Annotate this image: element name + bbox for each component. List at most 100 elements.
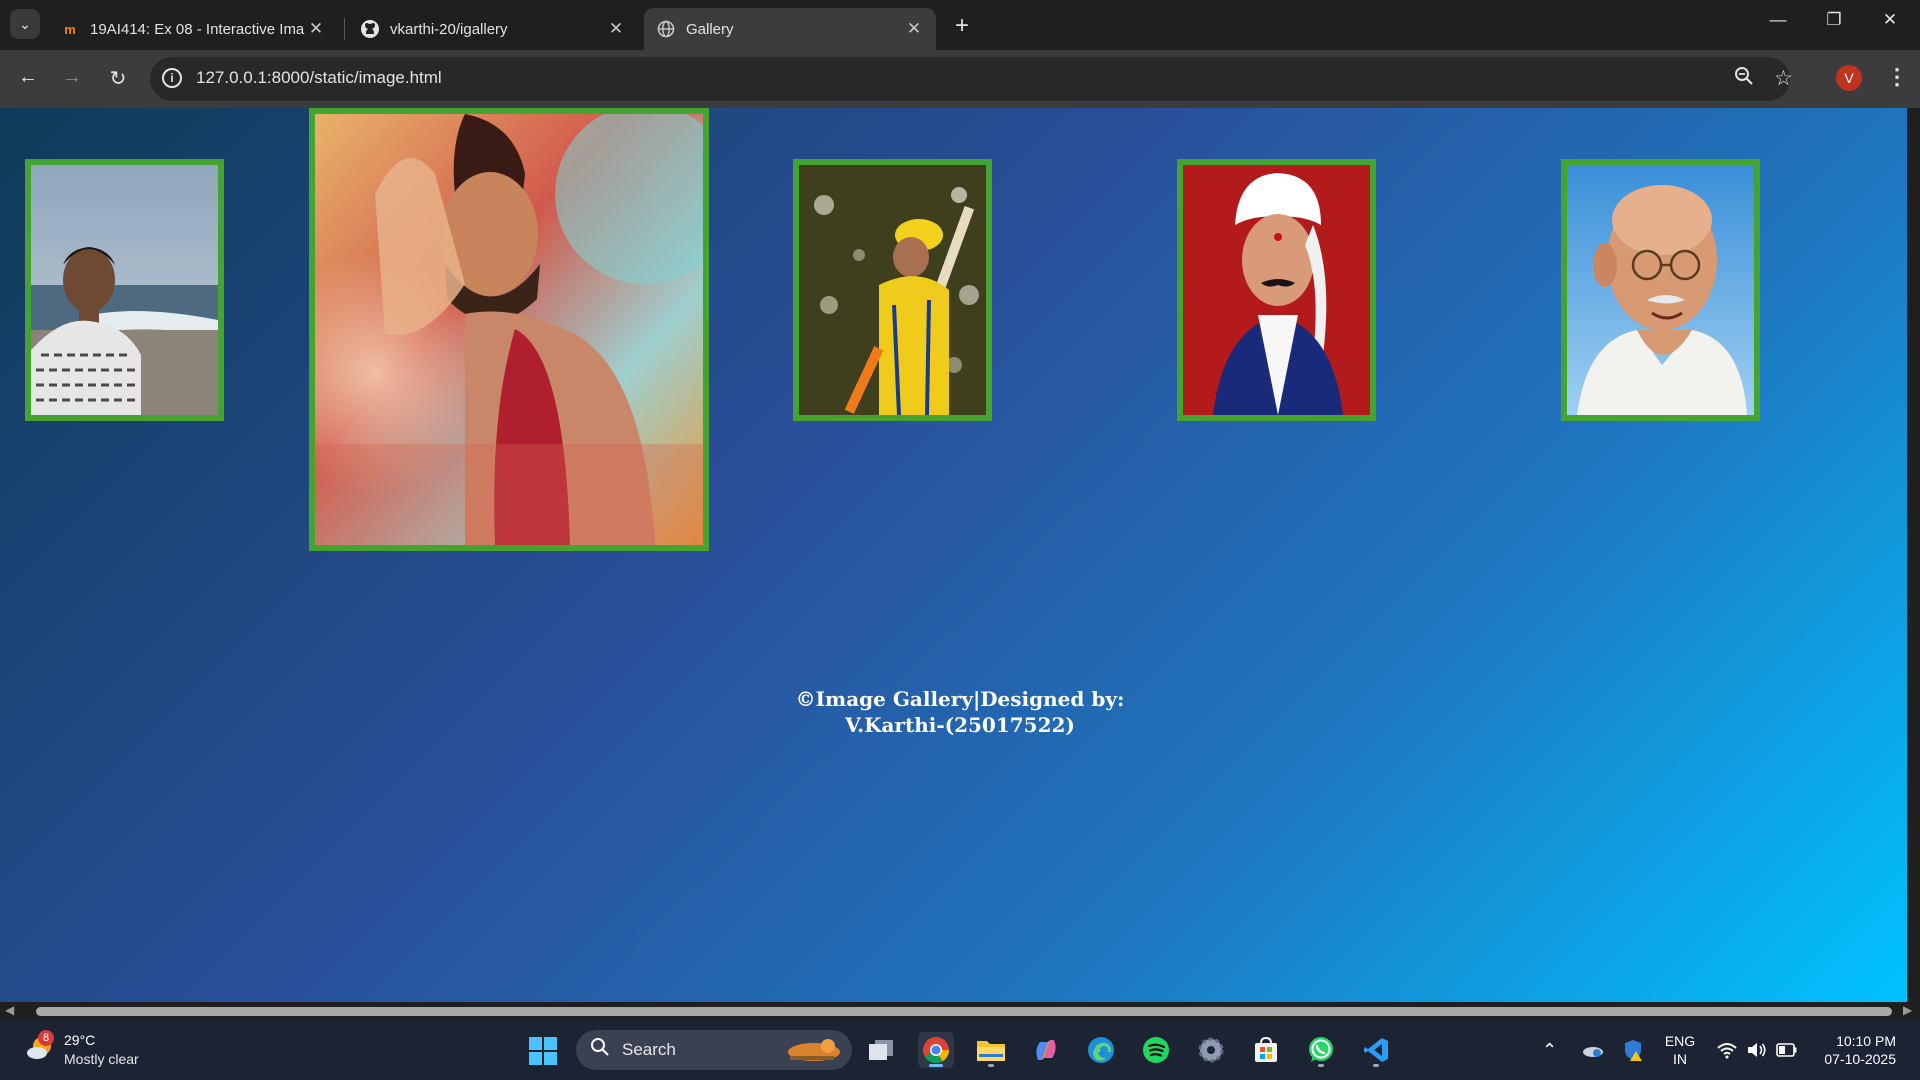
clock-date: 07-10-2025 xyxy=(1824,1051,1896,1067)
gallery-image-cricketer[interactable] xyxy=(793,159,992,421)
chrome-app[interactable] xyxy=(918,1032,954,1068)
minimize-button[interactable]: — xyxy=(1758,10,1798,30)
profile-avatar[interactable]: V xyxy=(1836,65,1862,91)
vscode-icon xyxy=(1364,1038,1388,1062)
file-explorer-app[interactable] xyxy=(973,1032,1009,1068)
onedrive-tray[interactable] xyxy=(1582,1020,1604,1080)
running-indicator xyxy=(988,1064,994,1067)
tab-separator xyxy=(344,18,345,40)
edge-app[interactable] xyxy=(1083,1032,1119,1068)
store-app[interactable] xyxy=(1248,1032,1284,1068)
onedrive-icon xyxy=(1583,1047,1603,1057)
folder-icon xyxy=(977,1041,1005,1061)
gallery-footer: ©Image Gallery|Designed by: V.Karthi-(25… xyxy=(760,686,1160,738)
running-indicator xyxy=(1318,1064,1324,1067)
github-icon xyxy=(360,19,380,39)
language-line-1: ENG xyxy=(1664,1033,1696,1049)
edge-icon xyxy=(1088,1037,1114,1063)
show-hidden-icons[interactable]: ⌃ xyxy=(1542,1020,1557,1080)
chrome-icon xyxy=(923,1037,950,1064)
whatsapp-icon xyxy=(1309,1037,1333,1062)
bookmark-star-icon[interactable]: ☆ xyxy=(1774,66,1793,91)
zoom-icon[interactable] xyxy=(1734,66,1754,92)
shield-warning-icon xyxy=(1625,1040,1642,1061)
security-tray[interactable] xyxy=(1623,1020,1643,1080)
language-line-2: IN xyxy=(1673,1051,1687,1067)
globe-icon xyxy=(656,19,676,39)
volume-tray[interactable] xyxy=(1746,1020,1768,1080)
chevron-up-icon: ⌃ xyxy=(1542,1039,1558,1060)
site-info-icon[interactable]: i xyxy=(162,68,182,88)
menu-icon[interactable]: ⋮ xyxy=(1886,64,1908,90)
vscode-app[interactable] xyxy=(1358,1032,1394,1068)
running-indicator xyxy=(1373,1064,1379,1067)
forward-button[interactable]: → xyxy=(58,66,86,89)
taskbar-search-box[interactable]: Search xyxy=(576,1030,852,1070)
store-icon xyxy=(1255,1036,1277,1062)
back-button[interactable]: ← xyxy=(14,66,42,89)
temperature[interactable]: 29°C xyxy=(64,1032,95,1048)
copilot-icon xyxy=(1036,1040,1056,1060)
tab-title: 19AI414: Ex 08 - Interactive Ima xyxy=(90,20,305,38)
gandhi-portrait xyxy=(1567,165,1754,415)
tab-gallery[interactable]: Gallery ✕ xyxy=(644,8,936,50)
task-view-app[interactable] xyxy=(863,1032,899,1068)
network-tray[interactable] xyxy=(1716,1020,1738,1080)
spotify-app[interactable] xyxy=(1138,1032,1174,1068)
cricketer-photo xyxy=(799,165,986,415)
gallery-image-poster[interactable] xyxy=(309,108,709,551)
search-icon xyxy=(590,1037,614,1063)
close-icon[interactable]: ✕ xyxy=(904,19,924,39)
restore-button[interactable]: ❐ xyxy=(1814,10,1854,30)
footer-line-1: ©Image Gallery|Designed by: xyxy=(795,687,1125,711)
clock[interactable]: 10:10 PM 07-10-2025 xyxy=(1808,1032,1896,1068)
tab-strip: ⌄ m 19AI414: Ex 08 - Interactive Ima ✕ v… xyxy=(0,0,1920,50)
gallery-image-selfie[interactable] xyxy=(25,159,224,421)
new-tab-button[interactable]: + xyxy=(949,12,975,40)
footer-line-2: V.Karthi-(25017522) xyxy=(845,713,1075,737)
scroll-left-arrow-icon[interactable]: ◀ xyxy=(5,1003,14,1017)
running-indicator xyxy=(929,1064,943,1067)
clock-time: 10:10 PM xyxy=(1836,1033,1896,1049)
gallery-image-poet[interactable] xyxy=(1177,159,1376,421)
whatsapp-app[interactable] xyxy=(1303,1032,1339,1068)
reload-button[interactable]: ↻ xyxy=(104,66,132,91)
battery-tray[interactable] xyxy=(1776,1020,1798,1080)
vertical-scrollbar[interactable] xyxy=(1907,108,1920,1002)
moodle-icon: m xyxy=(64,21,76,37)
close-icon[interactable]: ✕ xyxy=(306,19,326,39)
address-bar[interactable]: i 127.0.0.1:8000/static/image.html ☆ xyxy=(150,57,1793,101)
poet-portrait xyxy=(1183,165,1370,415)
page-content: ©Image Gallery|Designed by: V.Karthi-(25… xyxy=(0,108,1907,1002)
chevron-down-icon: ⌄ xyxy=(19,15,31,32)
browser-toolbar: ← → ↻ i 127.0.0.1:8000/static/image.html… xyxy=(0,50,1920,108)
close-icon[interactable]: ✕ xyxy=(606,19,626,39)
window-close-button[interactable]: ✕ xyxy=(1870,10,1910,30)
tab-search-button[interactable]: ⌄ xyxy=(10,9,40,39)
windows-start-icon[interactable] xyxy=(528,1036,558,1066)
horizontal-scrollbar[interactable]: ◀ ▶ xyxy=(0,1002,1920,1020)
tab-github[interactable]: vkarthi-20/igallery ✕ xyxy=(348,8,638,50)
copilot-app[interactable] xyxy=(1028,1032,1064,1068)
tab-title: vkarthi-20/igallery xyxy=(390,20,508,38)
windows-taskbar: 8 29°C Mostly clear Search ⌃ ENG IN 10:1… xyxy=(0,1020,1920,1080)
wifi-icon xyxy=(1717,1043,1737,1059)
spotify-icon xyxy=(1143,1037,1169,1063)
search-label: Search xyxy=(622,1040,676,1059)
speaker-icon xyxy=(1748,1043,1766,1057)
tab-ex08[interactable]: m 19AI414: Ex 08 - Interactive Ima ✕ xyxy=(48,8,338,50)
language-indicator[interactable]: ENG IN xyxy=(1662,1032,1698,1068)
gallery-image-gandhi[interactable] xyxy=(1561,159,1760,421)
selfie-photo xyxy=(31,165,218,415)
tab-title: Gallery xyxy=(686,20,734,38)
battery-icon xyxy=(1776,1043,1797,1057)
weather-badge: 8 xyxy=(38,1030,54,1046)
url-text[interactable]: 127.0.0.1:8000/static/image.html xyxy=(196,68,442,88)
task-view-icon xyxy=(869,1040,893,1060)
settings-app[interactable] xyxy=(1193,1032,1229,1068)
poster-photo xyxy=(315,114,703,545)
scrollbar-thumb[interactable] xyxy=(36,1007,1892,1016)
scroll-right-arrow-icon[interactable]: ▶ xyxy=(1903,1003,1912,1017)
search-highlight-icon xyxy=(788,1039,840,1061)
weather-condition[interactable]: Mostly clear xyxy=(64,1051,139,1067)
